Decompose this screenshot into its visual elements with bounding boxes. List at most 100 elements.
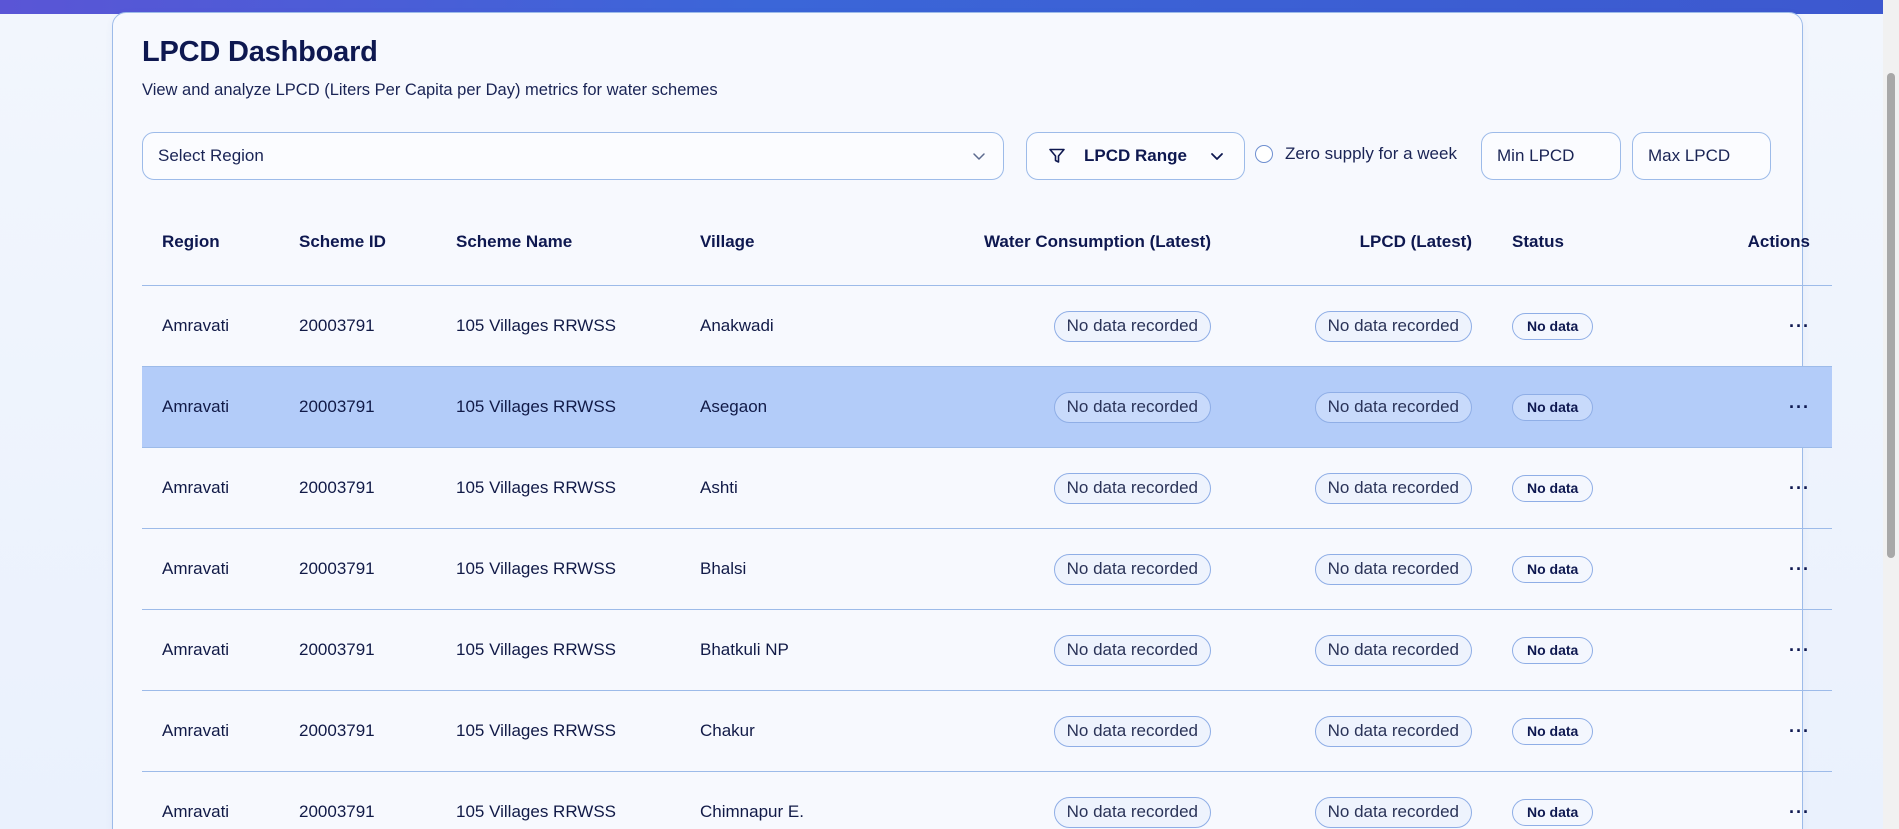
no-data-pill: No data recorded [1314,310,1472,342]
no-data-pill: No data recorded [1053,634,1211,666]
column-header-water-consumption[interactable]: Water Consumption (Latest) [880,218,1211,286]
cell-village: Chimnapur E. [700,771,880,829]
cell-scheme-id: 20003791 [299,366,456,448]
column-header-actions: Actions [1663,218,1832,286]
table-row[interactable]: Amravati 20003791 105 Villages RRWSS Ana… [142,285,1832,367]
more-horizontal-icon[interactable]: ··· [1789,316,1810,336]
no-data-pill: No data recorded [1053,553,1211,585]
cell-scheme-id: 20003791 [299,447,456,529]
no-data-pill: No data recorded [1314,715,1472,747]
cell-water-consumption: No data recorded [880,366,1211,448]
cell-region: Amravati [142,285,299,367]
cell-lpcd: No data recorded [1211,771,1472,829]
cell-actions: ··· [1663,690,1832,772]
min-lpcd-input[interactable] [1481,132,1621,180]
cell-lpcd: No data recorded [1211,609,1472,691]
lpcd-table: Region Scheme ID Scheme Name Village Wat… [142,218,1832,829]
more-horizontal-icon[interactable]: ··· [1789,802,1810,822]
cell-scheme-name: 105 Villages RRWSS [456,690,700,772]
more-horizontal-icon[interactable]: ··· [1789,559,1810,579]
cell-actions: ··· [1663,609,1832,691]
cell-lpcd: No data recorded [1211,447,1472,529]
status-badge: No data [1512,474,1594,502]
no-data-pill: No data recorded [1053,796,1211,828]
cell-region: Amravati [142,771,299,829]
more-horizontal-icon[interactable]: ··· [1789,640,1810,660]
cell-village: Chakur [700,690,880,772]
cell-status: No data [1472,447,1663,529]
table-row[interactable]: Amravati 20003791 105 Villages RRWSS Chi… [142,771,1832,829]
page-scrollbar-thumb[interactable] [1887,73,1895,558]
page-title: LPCD Dashboard [142,36,378,68]
no-data-pill: No data recorded [1053,391,1211,423]
cell-status: No data [1472,285,1663,367]
table-row[interactable]: Amravati 20003791 105 Villages RRWSS Bha… [142,609,1832,691]
cell-region: Amravati [142,366,299,448]
cell-scheme-name: 105 Villages RRWSS [456,609,700,691]
cell-actions: ··· [1663,447,1832,529]
status-badge: No data [1512,798,1594,826]
cell-scheme-name: 105 Villages RRWSS [456,447,700,529]
more-horizontal-icon[interactable]: ··· [1789,478,1810,498]
table-row[interactable]: Amravati 20003791 105 Villages RRWSS Cha… [142,690,1832,772]
lpcd-table-container: Region Scheme ID Scheme Name Village Wat… [142,218,1832,829]
column-header-status[interactable]: Status [1472,218,1663,286]
table-row-selected[interactable]: Amravati 20003791 105 Villages RRWSS Ase… [142,366,1832,448]
no-data-pill: No data recorded [1314,472,1472,504]
cell-water-consumption: No data recorded [880,447,1211,529]
cell-region: Amravati [142,609,299,691]
cell-village: Asegaon [700,366,880,448]
max-lpcd-input[interactable] [1632,132,1771,180]
column-header-village[interactable]: Village [700,218,880,286]
cell-scheme-id: 20003791 [299,771,456,829]
lpcd-range-button[interactable]: LPCD Range [1026,132,1245,180]
cell-water-consumption: No data recorded [880,609,1211,691]
cell-actions: ··· [1663,285,1832,367]
cell-scheme-id: 20003791 [299,528,456,610]
cell-water-consumption: No data recorded [880,528,1211,610]
cell-status: No data [1472,690,1663,772]
chevron-down-icon [1209,148,1225,164]
cell-actions: ··· [1663,366,1832,448]
lpcd-range-label: LPCD Range [1084,146,1187,165]
column-header-region[interactable]: Region [142,218,299,286]
no-data-pill: No data recorded [1053,472,1211,504]
cell-water-consumption: No data recorded [880,771,1211,829]
column-header-scheme-id[interactable]: Scheme ID [299,218,456,286]
column-header-scheme-name[interactable]: Scheme Name [456,218,700,286]
cell-region: Amravati [142,528,299,610]
table-row[interactable]: Amravati 20003791 105 Villages RRWSS Bha… [142,528,1832,610]
cell-status: No data [1472,366,1663,448]
cell-actions: ··· [1663,528,1832,610]
cell-scheme-id: 20003791 [299,609,456,691]
status-badge: No data [1512,636,1594,664]
cell-water-consumption: No data recorded [880,285,1211,367]
table-header-row: Region Scheme ID Scheme Name Village Wat… [142,218,1832,286]
cell-water-consumption: No data recorded [880,690,1211,772]
table-row[interactable]: Amravati 20003791 105 Villages RRWSS Ash… [142,447,1832,529]
cell-lpcd: No data recorded [1211,528,1472,610]
cell-village: Bhalsi [700,528,880,610]
zero-supply-toggle[interactable]: Zero supply for a week [1255,144,1457,164]
cell-status: No data [1472,528,1663,610]
cell-lpcd: No data recorded [1211,366,1472,448]
cell-lpcd: No data recorded [1211,285,1472,367]
cell-scheme-name: 105 Villages RRWSS [456,285,700,367]
no-data-pill: No data recorded [1314,391,1472,423]
no-data-pill: No data recorded [1314,634,1472,666]
status-badge: No data [1512,555,1594,583]
column-header-lpcd[interactable]: LPCD (Latest) [1211,218,1472,286]
cell-village: Bhatkuli NP [700,609,880,691]
cell-status: No data [1472,771,1663,829]
zero-supply-radio[interactable] [1255,145,1273,163]
cell-scheme-id: 20003791 [299,285,456,367]
cell-scheme-id: 20003791 [299,690,456,772]
status-badge: No data [1512,312,1594,340]
more-horizontal-icon[interactable]: ··· [1789,397,1810,417]
region-select[interactable]: Select Region [142,132,1004,180]
filter-icon [1048,147,1066,165]
cell-scheme-name: 105 Villages RRWSS [456,771,700,829]
status-badge: No data [1512,393,1594,421]
region-select-value: Select Region [158,146,264,165]
more-horizontal-icon[interactable]: ··· [1789,721,1810,741]
